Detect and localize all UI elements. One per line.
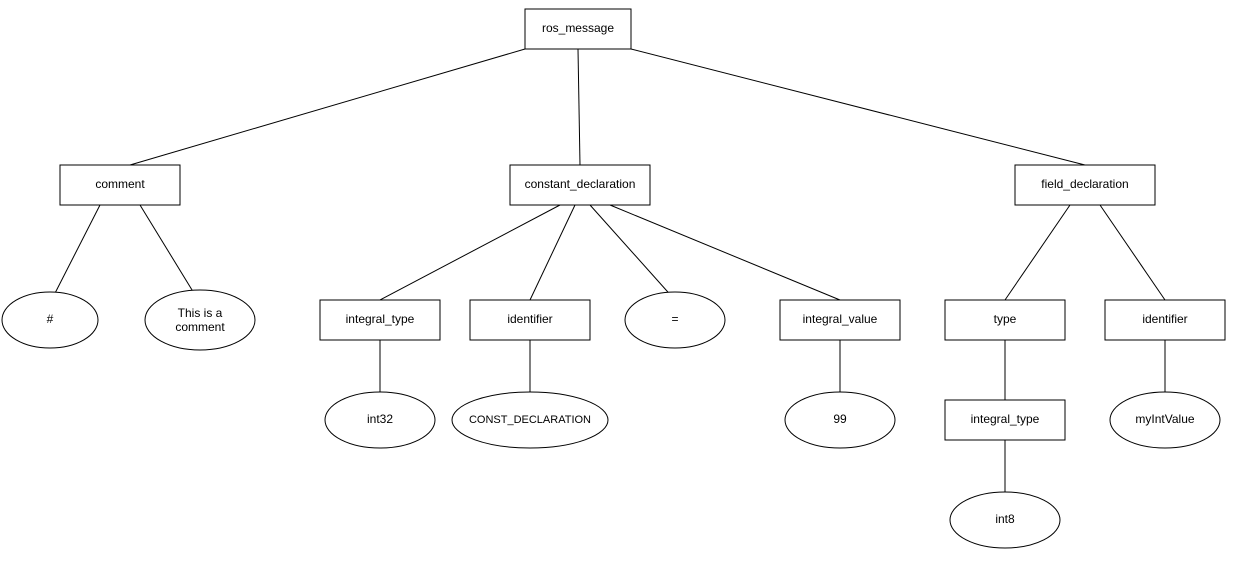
- label-99: 99: [833, 412, 847, 426]
- node-ros-message: ros_message: [525, 9, 631, 49]
- edge-root-comment: [130, 49, 525, 165]
- node-int8: int8: [950, 492, 1060, 548]
- label-constant-declaration: constant_declaration: [525, 177, 636, 191]
- node-myintvalue: myIntValue: [1110, 392, 1220, 448]
- edge-root-fielddecl: [631, 49, 1085, 165]
- edge-const-ident: [530, 205, 575, 300]
- node-const-integral-type: integral_type: [320, 300, 440, 340]
- edge-const-equals: [590, 205, 675, 300]
- label-field-type: type: [994, 312, 1017, 326]
- node-comment: comment: [60, 165, 180, 205]
- label-comment: comment: [95, 177, 145, 191]
- node-const-declaration-value: CONST_DECLARATION: [452, 392, 608, 448]
- tree-diagram: ros_message comment constant_declaration…: [0, 0, 1239, 572]
- node-const-identifier: identifier: [470, 300, 590, 340]
- edge-const-inttype: [380, 205, 560, 300]
- edge-comment-hash: [50, 205, 100, 303]
- edge-root-constdecl: [578, 49, 580, 165]
- label-int32: int32: [367, 412, 393, 426]
- edge-field-ident: [1100, 205, 1165, 300]
- label-ros-message: ros_message: [542, 21, 614, 35]
- node-constant-declaration: constant_declaration: [510, 165, 650, 205]
- label-const-integral-type: integral_type: [346, 312, 415, 326]
- node-const-integral-value: integral_value: [780, 300, 900, 340]
- node-field-declaration: field_declaration: [1015, 165, 1155, 205]
- edge-comment-text: [140, 205, 200, 303]
- label-const-declaration-value: CONST_DECLARATION: [469, 414, 591, 426]
- node-equals: =: [625, 292, 725, 348]
- node-field-identifier: identifier: [1105, 300, 1225, 340]
- label-int8: int8: [995, 512, 1015, 526]
- label-field-integral-type: integral_type: [971, 412, 1040, 426]
- node-comment-text: This is a comment: [145, 290, 255, 350]
- label-comment-text-line2: comment: [175, 320, 225, 334]
- label-field-declaration: field_declaration: [1041, 177, 1128, 191]
- label-hash: #: [47, 312, 54, 326]
- label-comment-text-line1: This is a: [178, 306, 223, 320]
- node-field-type: type: [945, 300, 1065, 340]
- label-const-identifier: identifier: [507, 312, 552, 326]
- label-equals: =: [671, 312, 678, 326]
- edge-const-intval: [610, 205, 840, 300]
- edge-field-type: [1005, 205, 1070, 300]
- node-field-integral-type: integral_type: [945, 400, 1065, 440]
- label-field-identifier: identifier: [1142, 312, 1187, 326]
- node-hash: #: [2, 292, 98, 348]
- node-int32: int32: [325, 392, 435, 448]
- label-const-integral-value: integral_value: [803, 312, 878, 326]
- label-myintvalue: myIntValue: [1135, 412, 1194, 426]
- node-99: 99: [785, 392, 895, 448]
